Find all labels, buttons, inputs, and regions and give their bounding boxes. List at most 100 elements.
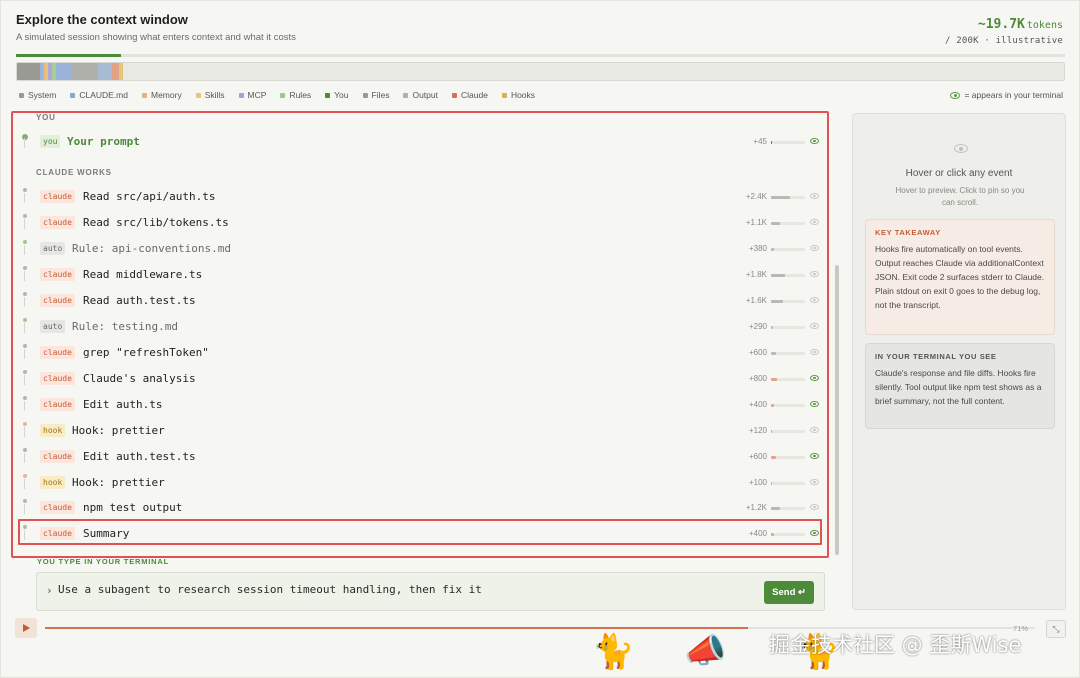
page-subtitle: A simulated session showing what enters … [16,32,296,43]
input-label: YOU TYPE IN YOUR TERMINAL [37,557,169,566]
event-cost-fill [771,326,774,329]
legend-label: Rules [289,90,312,100]
event-row[interactable]: claude Read src/lib/tokens.ts +1.1K [19,212,819,234]
event-label: Claude's analysis [83,372,196,385]
context-segment-system[interactable] [17,63,40,80]
panel-title: Hover or click any event [905,168,1013,179]
timeline-stem [24,297,26,307]
event-row[interactable]: hook Hook: prettier +100 [19,472,819,494]
event-cost-bar [771,326,805,329]
event-tag: auto [40,242,66,255]
event-token-cost: +380 [748,244,767,253]
event-cost-bar [771,378,805,381]
event-label: Hook: prettier [72,424,165,437]
event-row[interactable]: auto Rule: testing.md +290 [19,316,819,338]
event-token-cost: +1.1K [745,218,767,227]
event-row[interactable]: claude grep "refreshToken" +600 [19,342,819,364]
context-segment-hooks[interactable] [118,63,123,80]
terminal-view-title: IN YOUR TERMINAL YOU SEE [875,352,997,361]
event-row[interactable]: hook Hook: prettier +120 [19,420,819,442]
timeline-dot [23,422,27,426]
watermark: 掘金技术社区 @ 歪斯Wise [769,633,1022,657]
event-token-cost: +120 [748,426,767,435]
event-label: Edit auth.ts [83,398,163,411]
event-cost-fill [771,274,785,277]
eye-icon [950,91,961,99]
timeline-dot [23,474,27,478]
event-row[interactable]: claude Claude's analysis +800 [19,368,819,390]
context-segment-files[interactable] [55,63,72,80]
event-label: Read middleware.ts [83,268,203,281]
legend-swatch [501,92,507,98]
token-total: ~19.7K [977,17,1025,32]
event-cost-bar [771,352,805,355]
play-icon[interactable] [15,618,37,638]
context-legend: System CLAUDE.md Memory Skills MCP Rules You Fi… [19,90,549,100]
event-row[interactable]: claude Read auth.test.ts +1.6K [19,290,819,312]
legend-label: System [28,90,57,100]
prompt-input[interactable]: › Use a subagent to research session tim… [36,572,825,611]
event-cost-fill [771,196,790,199]
event-cost-bar [771,482,805,485]
eye-icon [810,479,819,485]
legend-swatch [195,92,201,98]
prompt-text[interactable]: Use a subagent to research session timeo… [58,583,482,596]
session-progress-fill [16,54,121,57]
event-row[interactable]: auto Rule: api-conventions.md +380 [19,238,819,260]
event-row[interactable]: claude npm test output +1.2K [19,497,819,519]
event-row[interactable]: claude Edit auth.ts +400 [19,394,819,416]
event-label: Read auth.test.ts [83,294,196,307]
legend-item-system: System [19,90,56,100]
terminal-view-card: IN YOUR TERMINAL YOU SEE Claude's respon… [865,343,1055,429]
eye-icon [810,138,819,144]
event-cost-fill [771,248,775,251]
context-usage-bar[interactable] [16,62,1065,81]
event-token-cost: +45 [753,137,767,146]
event-cost-fill [771,300,784,303]
legend-label: Memory [151,90,182,100]
event-label: Edit auth.test.ts [83,450,196,463]
legend-swatch [403,92,409,98]
event-tag: claude [40,346,75,359]
timeline-stem [24,479,26,489]
event-label: grep "refreshToken" [83,346,209,359]
legend-item-skills: Skills [195,90,225,100]
event-row[interactable]: claude Read src/api/auth.ts +2.4K [19,186,819,208]
send-button[interactable]: Send ↵ [764,581,814,604]
eye-icon [810,297,819,303]
legend-item-output: Output [403,90,438,100]
event-token-cost: +1.2K [745,503,767,512]
legend-item-mcp: MCP [238,90,267,100]
key-takeaway-title: KEY TAKEAWAY [875,228,941,237]
event-cost-fill [771,456,776,459]
legend-label: Claude [461,90,488,100]
eye-icon [810,271,819,277]
event-cost-bar [771,141,805,144]
timeline-stem [24,193,26,203]
timeline-dot [23,370,27,374]
legend-label: MCP [247,90,267,100]
legend-item-hooks: Hooks [501,90,535,100]
timeline-dot [23,448,27,452]
playback-fill [45,627,748,629]
timeline-stem [24,375,26,385]
event-cost-fill [771,378,778,381]
timeline-stem [24,219,26,229]
event-list-scrollbar[interactable] [835,265,839,555]
context-segment-output[interactable] [71,63,98,80]
token-capacity: / 200K · illustrative [945,36,1063,46]
prompt-chevron-icon: › [46,584,53,597]
expand-icon[interactable]: ⤡ [1046,620,1066,638]
details-panel: Hover or click any event Hover to previe… [852,113,1066,610]
event-row[interactable]: claude Read middleware.ts +1.8K [19,264,819,286]
timeline-stem [24,401,26,411]
context-segment-files[interactable] [97,63,113,80]
session-progress-track [16,54,1065,57]
legend-item-rules: Rules [280,90,311,100]
event-row[interactable]: you Your prompt +45 [19,131,819,153]
event-cost-bar [771,222,805,225]
event-token-cost: +1.8K [745,270,767,279]
event-tag: you [40,135,61,148]
event-row[interactable]: claude Edit auth.test.ts +600 [19,446,819,468]
event-tag: claude [40,450,75,463]
